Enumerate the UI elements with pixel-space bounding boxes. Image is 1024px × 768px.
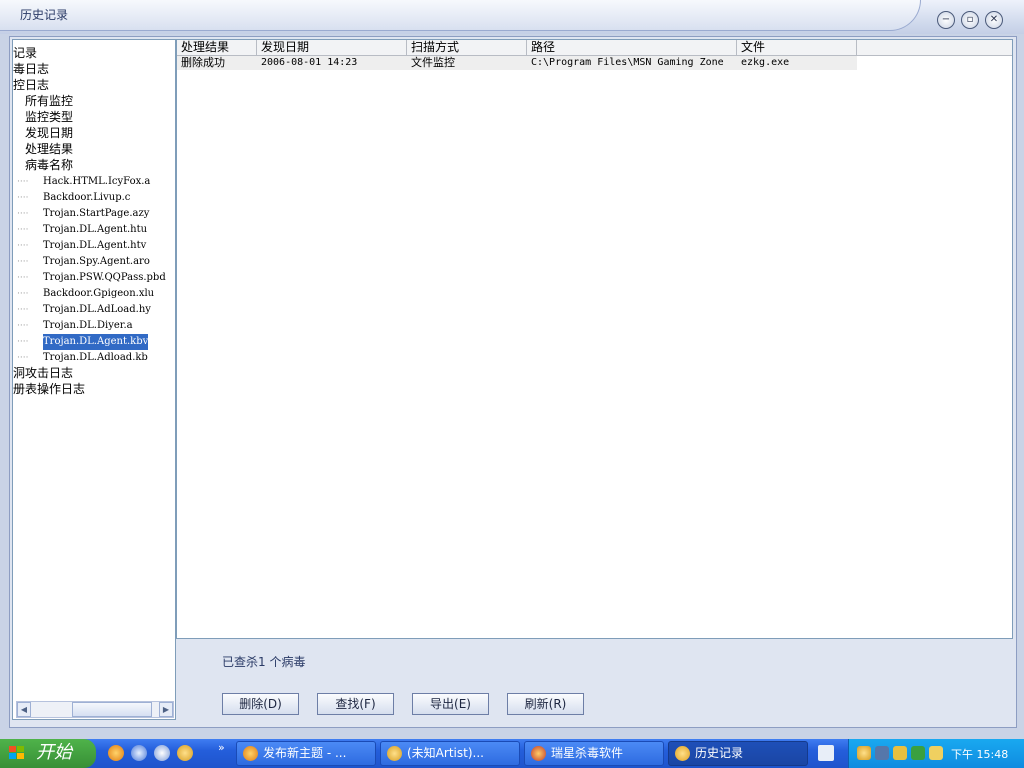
tree-item-result[interactable]: 处理结果 [25,141,73,157]
tree-item-virus[interactable]: Trojan.PSW.QQPass.pbd [43,270,166,286]
tree-connector: ···· [17,225,29,235]
tree-item-virus[interactable]: Trojan.Spy.Agent.aro [43,254,150,270]
tree-connector: ···· [17,321,29,331]
tree-item-virus[interactable]: Trojan.DL.AdLoad.hy [43,302,151,318]
col-file[interactable]: 文件 [737,40,857,55]
restore-button[interactable]: ▫ [961,11,979,29]
cell-scan-method: 文件监控 [407,56,527,70]
cell-file: ezkg.exe [737,56,857,70]
title-bar: 历史记录 − ▫ ✕ [0,0,1024,34]
task-rising-antivirus[interactable]: 瑞星杀毒软件 [524,741,664,766]
tree-item-registry-log[interactable]: 册表操作日志 [13,381,85,397]
tree-horizontal-scrollbar[interactable]: ◀ ▶ [16,701,174,718]
cell-result: 删除成功 [177,56,257,70]
window-title: 历史记录 [20,8,69,22]
network-icon[interactable] [875,746,889,760]
tree-item-virus[interactable]: Backdoor.Livup.c [43,190,130,206]
tree-item-exploit-log[interactable]: 洞攻击日志 [13,365,73,381]
minimize-button[interactable]: − [937,11,955,29]
qq-tray-icon[interactable] [857,746,871,760]
col-scan-method[interactable]: 扫描方式 [407,40,527,55]
tree-item-virus[interactable]: Trojan.DL.Agent.htu [43,222,147,238]
tree-connector: ···· [17,177,29,187]
tree-item-virus[interactable]: Trojan.DL.Diyer.a [43,318,133,334]
tree-connector: ···· [17,209,29,219]
tree-connector: ···· [17,353,29,363]
tree-item-all-monitors[interactable]: 所有监控 [25,93,73,109]
tree-connector: ···· [17,305,29,315]
tree-item-virus[interactable]: Trojan.StartPage.azy [43,206,149,222]
scroll-right-icon[interactable]: ▶ [159,702,173,717]
task-forum-post[interactable]: 发布新主题 - ... [236,741,376,766]
title-tab [0,0,921,31]
tree-item-virus[interactable]: Trojan.DL.Agent.htv [43,238,146,254]
col-date[interactable]: 发现日期 [257,40,407,55]
col-result[interactable]: 处理结果 [177,40,257,55]
start-button[interactable]: 开始 [0,739,96,768]
player-icon [387,746,402,761]
quicklaunch-overflow-icon[interactable]: » [218,741,225,754]
tree-item-found-date[interactable]: 发现日期 [25,125,73,141]
col-path[interactable]: 路径 [527,40,737,55]
scroll-left-icon[interactable]: ◀ [17,702,31,717]
volume-icon[interactable] [929,746,943,760]
keyboard-icon[interactable] [818,745,834,761]
task-label: 发布新主题 - ... [263,746,347,760]
status-text: 已查杀1 个病毒 [222,655,306,669]
cell-date: 2006-08-01 14:23 [257,56,407,70]
tree-item-monitor-log[interactable]: 控日志 [13,77,49,93]
task-history[interactable]: 历史记录 [668,741,808,766]
task-label: (未知Artist)... [407,746,484,760]
tree-connector: ···· [17,193,29,203]
export-button[interactable]: 导出(E) [412,693,489,715]
security-icon[interactable] [893,746,907,760]
tree-item-virus-name[interactable]: 病毒名称 [25,157,73,173]
firefox-icon[interactable] [108,745,124,761]
close-button[interactable]: ✕ [985,11,1003,29]
task-label: 历史记录 [695,746,744,760]
tree-item-virus[interactable]: Trojan.DL.Agent.kbv [41,333,150,351]
table-header: 处理结果 发现日期 扫描方式 路径 文件 [177,40,1012,56]
delete-button[interactable]: 删除(D) [222,693,299,715]
tree-item-virus[interactable]: Hack.HTML.IcyFox.a [43,174,150,190]
scroll-thumb[interactable] [72,702,152,717]
start-label: 开始 [36,742,72,763]
task-label: 瑞星杀毒软件 [551,746,624,760]
tree-item-virus[interactable]: Trojan.DL.Adload.kb [43,350,148,366]
tree-connector: ···· [17,273,29,283]
history-tree: 记录 毒日志 控日志 所有监控 监控类型 发现日期 处理结果 病毒名称 ····… [12,39,176,720]
system-tray: 下午 15:48 [848,739,1024,768]
find-button[interactable]: 查找(F) [317,693,394,715]
tree-item-virus-log[interactable]: 毒日志 [13,61,49,77]
tree-item-virus[interactable]: Backdoor.Gpigeon.xlu [43,286,154,302]
cell-path: C:\Program Files\MSN Gaming Zone [527,56,737,70]
umbrella-icon[interactable] [911,746,925,760]
firefox-icon [243,746,258,761]
taskbar: 开始 » 发布新主题 - ... (未知Artist)... 瑞星杀毒软件 历史… [0,739,1024,768]
tree-connector: ···· [17,257,29,267]
windows-logo-icon [9,746,24,759]
refresh-button[interactable]: 刷新(R) [507,693,584,715]
task-music-player[interactable]: (未知Artist)... [380,741,520,766]
rising-lion-icon [531,746,546,761]
history-table: 处理结果 发现日期 扫描方式 路径 文件 删除成功 2006-08-01 14:… [176,39,1013,639]
browser-icon[interactable] [131,745,147,761]
tree-item-record[interactable]: 记录 [13,45,37,61]
history-icon [675,746,690,761]
qq-icon[interactable] [177,745,193,761]
tree-connector: ···· [17,241,29,251]
messenger-icon[interactable] [154,745,170,761]
tree-connector: ···· [17,337,29,347]
tree-connector: ···· [17,289,29,299]
clock: 下午 15:48 [951,748,1009,761]
tree-item-monitor-type[interactable]: 监控类型 [25,109,73,125]
